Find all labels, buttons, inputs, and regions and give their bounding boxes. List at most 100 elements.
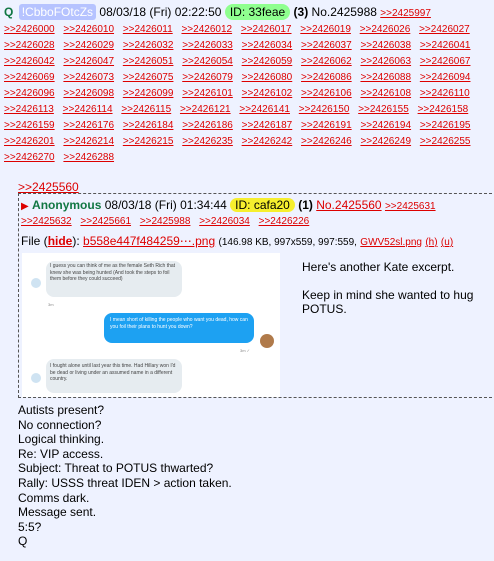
reply-link[interactable]: >>2426270 (4, 152, 55, 163)
reply-link[interactable]: >>2426187 (242, 120, 293, 131)
reply-link[interactable]: >>2426226 (259, 216, 310, 227)
quote-link[interactable]: >>2425560 (18, 180, 79, 194)
message-2: I mean short of killing the people who w… (110, 317, 248, 330)
reply-link[interactable]: >>2426099 (123, 88, 174, 99)
reply-link[interactable]: >>2426098 (63, 88, 114, 99)
reply-link[interactable]: >>2426073 (63, 72, 114, 83)
post-count: (1) (298, 198, 313, 212)
reply-link[interactable]: >>2426096 (4, 88, 55, 99)
message-2-time: 3m ✓ (240, 348, 250, 353)
reply-link[interactable]: >>2425997 (380, 8, 431, 19)
post-datetime: 08/03/18 (Fri) 02:22:50 (99, 5, 222, 19)
reply-link[interactable]: >>2426079 (182, 72, 233, 83)
reply-link[interactable]: >>2426121 (180, 104, 231, 115)
reply-link[interactable]: >>2426155 (358, 104, 409, 115)
reply-link[interactable]: >>2426019 (300, 24, 351, 35)
collapse-triangle-icon[interactable]: ▶ (21, 201, 29, 212)
reply-link[interactable]: >>2426034 (242, 40, 293, 51)
reply-link[interactable]: >>2426086 (301, 72, 352, 83)
reply-link[interactable]: >>2426246 (301, 136, 352, 147)
reply-link[interactable]: >>2426159 (4, 120, 55, 131)
reply-link[interactable]: >>2426028 (4, 40, 55, 51)
post-text-line: Here's another Kate excerpt. (302, 260, 455, 274)
reply-link[interactable]: >>2426114 (63, 104, 113, 115)
reply-link[interactable]: >>2426110 (420, 88, 470, 99)
body-line: Q (18, 534, 28, 549)
reply-link[interactable]: >>2426054 (182, 56, 233, 67)
reply-link[interactable]: >>2426094 (420, 72, 471, 83)
reply-links: >>2426000 >>2426010 >>2426011 >>2426012 … (4, 22, 494, 166)
reply-link[interactable]: >>2426000 (4, 24, 55, 35)
reply-link[interactable]: >>2425631 (385, 201, 436, 212)
reply-link[interactable]: >>2425632 (21, 216, 72, 227)
post-header: Q !CbboFOtcZs 08/03/18 (Fri) 02:22:50 ID… (4, 4, 494, 20)
reply-link[interactable]: >>2426026 (360, 24, 411, 35)
u-link[interactable]: (u) (441, 237, 453, 248)
reply-link[interactable]: >>2426080 (242, 72, 293, 83)
body-line: Logical thinking. (18, 432, 105, 447)
reply-link[interactable]: >>2426032 (123, 40, 174, 51)
reply-link[interactable]: >>2426088 (360, 72, 411, 83)
file-name-link[interactable]: b558e447f484259⋯.png (83, 234, 215, 248)
reply-link[interactable]: >>2425661 (80, 216, 131, 227)
reply-link[interactable]: >>2426069 (4, 72, 55, 83)
reply-link[interactable]: >>2426059 (242, 56, 293, 67)
post-number[interactable]: No.2425988 (312, 5, 377, 19)
reply-link[interactable]: >>2426042 (4, 56, 55, 67)
reply-link[interactable]: >>2426062 (301, 56, 352, 67)
reply-link[interactable]: >>2426255 (420, 136, 471, 147)
reply-link[interactable]: >>2426242 (242, 136, 293, 147)
reply-link[interactable]: >>2426033 (182, 40, 233, 51)
quoted-reply-links: >>2425632 >>2425661 >>2425988 >>2426034 … (21, 216, 315, 227)
hide-link[interactable]: hide (48, 234, 73, 248)
reply-link[interactable]: >>2426017 (241, 24, 292, 35)
reply-link[interactable]: >>2426038 (360, 40, 411, 51)
reply-link[interactable]: >>2426191 (301, 120, 352, 131)
reply-link[interactable]: >>2426075 (123, 72, 174, 83)
reply-link[interactable]: >>2426176 (63, 120, 114, 131)
h-link[interactable]: (h) (425, 237, 437, 248)
reply-link[interactable]: >>2426113 (4, 104, 54, 115)
reply-link[interactable]: >>2426195 (420, 120, 471, 131)
body-line: Message sent. (18, 505, 97, 520)
reply-link[interactable]: >>2426249 (360, 136, 411, 147)
reply-link[interactable]: >>2426010 (63, 24, 114, 35)
reply-link[interactable]: >>2426037 (301, 40, 352, 51)
reply-link[interactable]: >>2426150 (299, 104, 350, 115)
poster-id[interactable]: ID: 33feae (224, 4, 291, 20)
reply-link[interactable]: >>2426011 (123, 24, 173, 35)
reply-link[interactable]: >>2426215 (123, 136, 174, 147)
post-text-line: Keep in mind she wanted to hug POTUS. (302, 288, 474, 316)
reply-link[interactable]: >>2426051 (123, 56, 174, 67)
reply-link[interactable]: >>2426029 (63, 40, 114, 51)
reply-link[interactable]: >>2426158 (418, 104, 469, 115)
file-meta: (146.98 KB, 997x559, 997:559, (218, 237, 357, 248)
poster-id[interactable]: ID: cafa20 (230, 198, 295, 212)
original-filename-link[interactable]: GWV52sl.png (360, 237, 422, 248)
reply-link[interactable]: >>2426012 (181, 24, 232, 35)
reply-link[interactable]: >>2426186 (182, 120, 233, 131)
reply-link[interactable]: >>2426034 (199, 216, 250, 227)
reply-link[interactable]: >>2426063 (360, 56, 411, 67)
reply-link[interactable]: >>2426041 (420, 40, 471, 51)
reply-link[interactable]: >>2426184 (123, 120, 174, 131)
reply-link[interactable]: >>2426106 (301, 88, 352, 99)
reply-link[interactable]: >>2426047 (63, 56, 114, 67)
reply-link[interactable]: >>2426108 (360, 88, 411, 99)
reply-link[interactable]: >>2426102 (242, 88, 293, 99)
body-line: No connection? (18, 417, 102, 432)
reply-link[interactable]: >>2426288 (63, 152, 114, 163)
post-image[interactable]: I guess you can think of me as the femal… (22, 253, 280, 397)
quoted-post-text: Here's another Kate excerpt. Keep in min… (302, 260, 482, 330)
reply-link[interactable]: >>2426141 (239, 104, 290, 115)
post-number[interactable]: No.2425560 (316, 198, 381, 212)
reply-link[interactable]: >>2426101 (182, 88, 233, 99)
reply-link[interactable]: >>2426115 (121, 104, 171, 115)
reply-link[interactable]: >>2426067 (420, 56, 471, 67)
reply-link[interactable]: >>2426235 (182, 136, 233, 147)
reply-link[interactable]: >>2425988 (140, 216, 191, 227)
reply-link[interactable]: >>2426027 (419, 24, 470, 35)
reply-link[interactable]: >>2426214 (63, 136, 114, 147)
reply-link[interactable]: >>2426201 (4, 136, 55, 147)
reply-link[interactable]: >>2426194 (360, 120, 411, 131)
